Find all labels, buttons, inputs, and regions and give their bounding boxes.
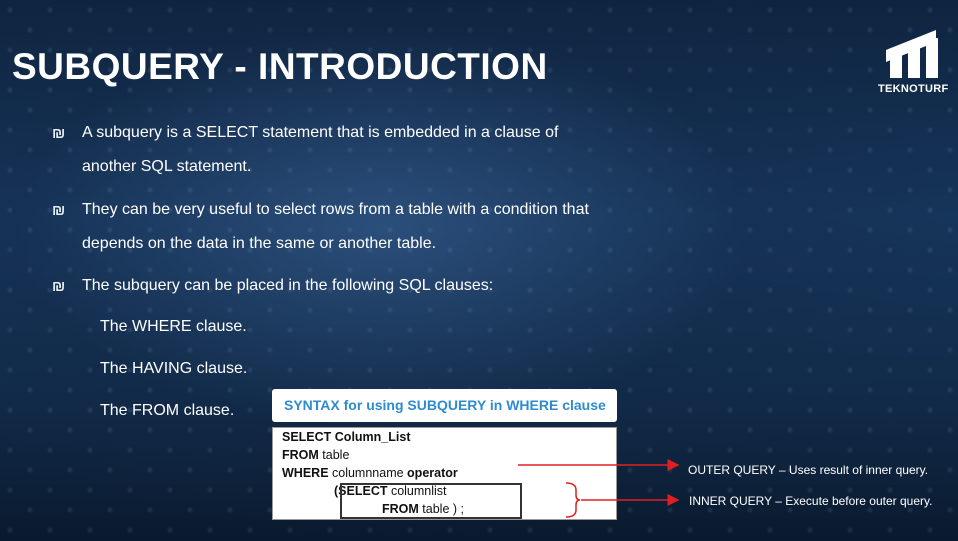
inner-query-annotation: INNER QUERY – Execute before outer query…	[689, 494, 933, 508]
annotation-arrows	[518, 459, 680, 518]
inner-query-brace-icon	[565, 482, 581, 518]
outer-query-annotation: OUTER QUERY – Uses result of inner query…	[688, 463, 929, 477]
